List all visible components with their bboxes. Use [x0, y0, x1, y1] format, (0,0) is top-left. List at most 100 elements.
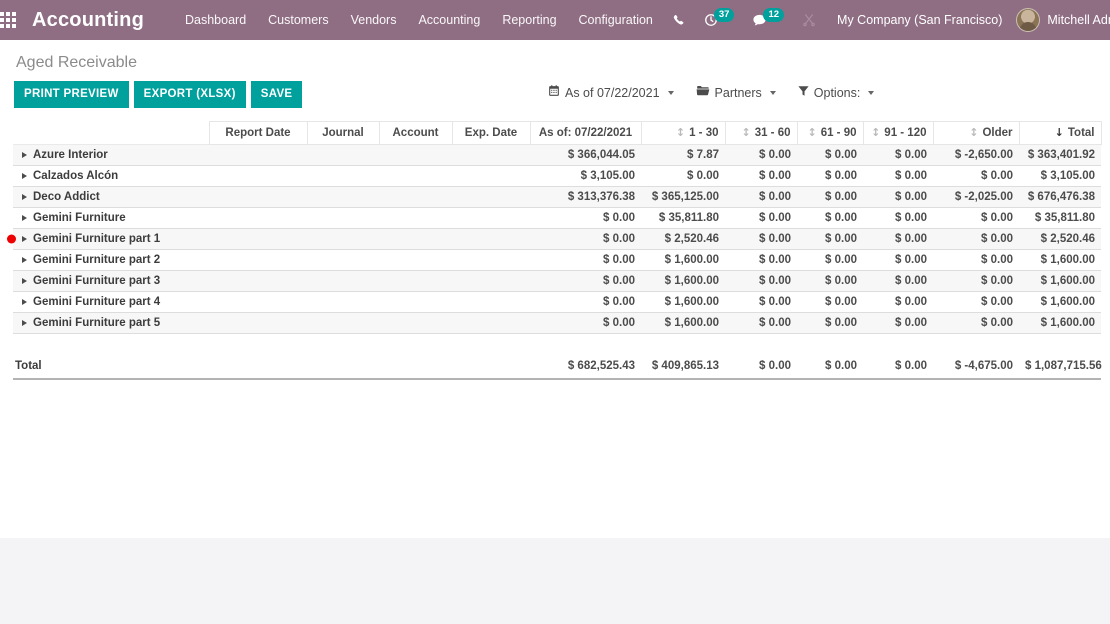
column-header-journal[interactable]: Journal	[306, 121, 380, 145]
row-name-cell[interactable]: Gemini Furniture part 4	[13, 291, 209, 313]
menu-item-reporting[interactable]: Reporting	[491, 1, 567, 39]
cell-total: $ 3,105.00	[1019, 165, 1101, 187]
cell-91-120: $ 0.00	[863, 165, 933, 187]
total-label: Total	[13, 353, 209, 380]
table-row[interactable]: Gemini Furniture part 3 $ 0.00 $ 1,600.0…	[13, 270, 1101, 292]
calendar-icon	[548, 85, 560, 100]
table-row[interactable]: Gemini Furniture part 2 $ 0.00 $ 1,600.0…	[13, 249, 1101, 271]
column-header-1-30[interactable]: ↕ 1 - 30	[640, 121, 726, 145]
company-switcher[interactable]: My Company (San Francisco)	[825, 13, 1014, 27]
cell-as-of: $ 0.00	[530, 312, 641, 334]
table-row[interactable]: Azure Interior $ 366,044.05 $ 7.87 $ 0.0…	[13, 144, 1101, 166]
page-root: Accounting Dashboard Customers Vendors A…	[0, 0, 1110, 624]
column-label: 91 - 120	[884, 127, 927, 139]
menu-item-configuration[interactable]: Configuration	[568, 1, 664, 39]
table-row[interactable]: Deco Addict $ 313,376.38 $ 365,125.00 $ …	[13, 186, 1101, 208]
partners-filter[interactable]: Partners	[696, 85, 776, 100]
table-row[interactable]: Gemini Furniture part 1 $ 0.00 $ 2,520.4…	[7, 228, 1101, 250]
activity-clock-icon[interactable]: 37	[695, 0, 744, 40]
options-filter[interactable]: Options:	[798, 85, 875, 100]
shortcuts-scissors-icon[interactable]	[793, 0, 825, 40]
cell-report-date	[209, 186, 307, 208]
expand-triangle-icon	[22, 278, 27, 284]
cell-account	[379, 312, 452, 334]
page-footer-area	[0, 538, 1110, 624]
cell-report-date	[209, 291, 307, 313]
chevron-down-icon	[868, 90, 875, 95]
messages-chat-icon[interactable]: 12	[743, 0, 793, 40]
spacer-row	[13, 333, 1101, 354]
row-name-cell[interactable]: Calzados Alcón	[13, 165, 209, 187]
user-name-label: Mitchell Admin	[1047, 13, 1110, 27]
column-header-exp-date[interactable]: Exp. Date	[451, 121, 531, 145]
table-header: Report Date Journal Account Exp. Date As…	[13, 121, 1102, 145]
cell-older: $ 0.00	[933, 249, 1019, 271]
menu-item-accounting[interactable]: Accounting	[407, 1, 491, 39]
user-menu[interactable]: Mitchell Admin	[1014, 8, 1110, 32]
column-header-61-90[interactable]: ↕ 61 - 90	[796, 121, 864, 145]
partner-name: Gemini Furniture	[33, 212, 126, 224]
partner-name: Gemini Furniture part 3	[33, 275, 161, 287]
cell-account	[379, 207, 452, 229]
table-row[interactable]: Calzados Alcón $ 3,105.00 $ 0.00 $ 0.00 …	[13, 165, 1101, 187]
cell-report-date	[209, 249, 307, 271]
column-header-report-date[interactable]: Report Date	[208, 121, 308, 145]
expand-triangle-icon	[22, 152, 27, 158]
menu-item-vendors[interactable]: Vendors	[340, 1, 408, 39]
top-navbar: Accounting Dashboard Customers Vendors A…	[0, 0, 1110, 40]
row-name-cell[interactable]: Gemini Furniture part 1	[7, 228, 209, 250]
cell-91-120: $ 0.00	[863, 207, 933, 229]
print-preview-button[interactable]: PRINT PREVIEW	[14, 81, 129, 108]
row-name-cell[interactable]: Gemini Furniture part 3	[13, 270, 209, 292]
menu-item-customers[interactable]: Customers	[257, 1, 339, 39]
funnel-icon	[798, 85, 809, 100]
cell-1-30: $ 1,600.00	[641, 249, 725, 271]
cell-31-60: $ 0.00	[725, 249, 797, 271]
cell-older: $ -2,025.00	[933, 186, 1019, 208]
column-label: 1 - 30	[689, 127, 719, 139]
cell-91-120: $ 0.00	[863, 228, 933, 250]
cell-exp-date	[452, 270, 530, 292]
table-row[interactable]: Gemini Furniture part 4 $ 0.00 $ 1,600.0…	[13, 291, 1101, 313]
date-filter-label: As of 07/22/2021	[565, 85, 660, 100]
table-row[interactable]: Gemini Furniture $ 0.00 $ 35,811.80 $ 0.…	[13, 207, 1101, 229]
cell-report-date	[209, 144, 307, 166]
partners-filter-label: Partners	[714, 85, 762, 100]
row-name-cell[interactable]: Gemini Furniture part 5	[13, 312, 209, 334]
menu-item-dashboard[interactable]: Dashboard	[174, 1, 257, 39]
options-filter-label: Options:	[813, 85, 861, 100]
cell-31-60: $ 0.00	[725, 312, 797, 334]
cell-journal	[307, 144, 379, 166]
row-name-cell[interactable]: Gemini Furniture part 2	[13, 249, 209, 271]
export-xlsx-button[interactable]: EXPORT (XLSX)	[133, 81, 246, 108]
save-button[interactable]: SAVE	[250, 81, 303, 108]
partner-name: Gemini Furniture part 1	[33, 233, 161, 245]
action-buttons: PRINT PREVIEW EXPORT (XLSX) SAVE	[14, 81, 303, 108]
cell-journal	[307, 312, 379, 334]
row-name-cell[interactable]: Deco Addict	[13, 186, 209, 208]
column-header-91-120[interactable]: ↕ 91 - 120	[862, 121, 934, 145]
column-header-older[interactable]: ↕ Older	[932, 121, 1020, 145]
sort-arrow-icon: ↕	[871, 126, 881, 139]
column-header-account[interactable]: Account	[378, 121, 453, 145]
column-header-31-60[interactable]: ↕ 31 - 60	[724, 121, 798, 145]
sort-arrow-icon: ↕	[675, 126, 686, 139]
cell-older: $ 0.00	[933, 270, 1019, 292]
report-filters: As of 07/22/2021 Partners Options:	[548, 85, 875, 100]
phone-icon[interactable]	[664, 0, 695, 40]
apps-grid-icon[interactable]	[0, 0, 16, 40]
cell-older: $ 0.00	[933, 228, 1019, 250]
cell-account	[379, 270, 452, 292]
cell-as-of: $ 313,376.38	[530, 186, 641, 208]
date-filter[interactable]: As of 07/22/2021	[548, 85, 674, 100]
column-header-as-of[interactable]: As of: 07/22/2021	[529, 121, 642, 145]
cell-31-60: $ 0.00	[725, 144, 797, 166]
cell-61-90: $ 0.00	[797, 165, 863, 187]
cell-61-90: $ 0.00	[797, 291, 863, 313]
column-header-total[interactable]: ↓ Total	[1018, 121, 1102, 145]
row-name-cell[interactable]: Gemini Furniture	[13, 207, 209, 229]
table-row[interactable]: Gemini Furniture part 5 $ 0.00 $ 1,600.0…	[13, 312, 1101, 334]
total-31-60: $ 0.00	[725, 353, 797, 380]
cell-journal	[307, 228, 379, 250]
row-name-cell[interactable]: Azure Interior	[13, 144, 209, 166]
